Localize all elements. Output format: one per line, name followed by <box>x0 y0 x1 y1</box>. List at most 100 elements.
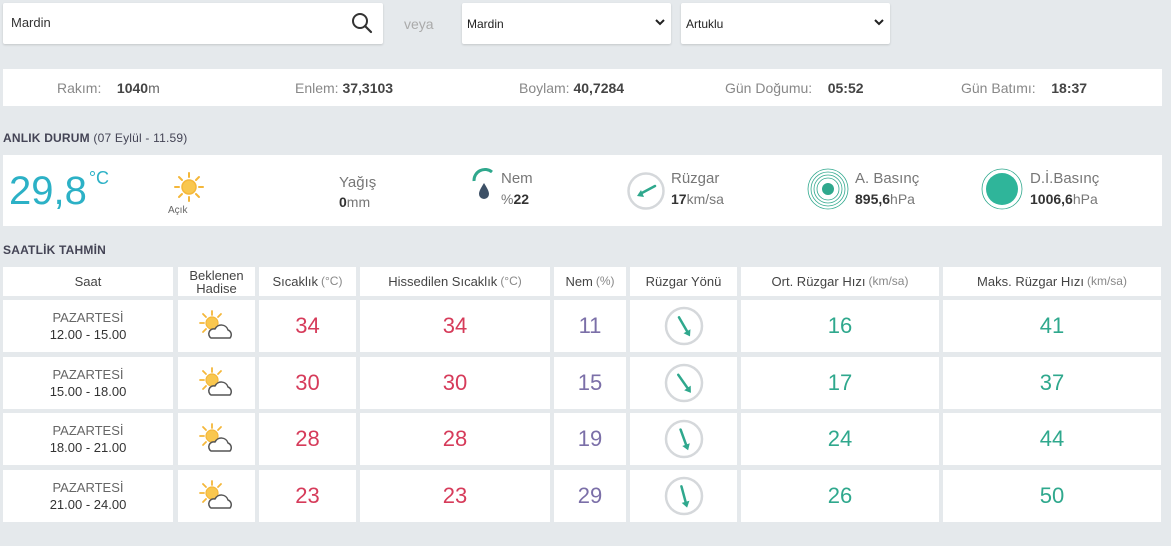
forecast-title: SAATLİK TAHMİN <box>3 243 107 257</box>
row-max-wind: 50 <box>943 470 1161 522</box>
header-wind-dir-label: Rüzgar Yönü <box>645 274 722 289</box>
current-date: (07 Eylül - 11.59) <box>93 131 188 145</box>
row-event <box>178 413 255 465</box>
wind-unit: km/sa <box>686 191 724 207</box>
row-temp: 30 <box>259 357 356 409</box>
province-select-value: Mardin <box>467 17 504 31</box>
row-wind-dir <box>630 470 737 522</box>
latitude-label: Enlem: <box>295 80 339 96</box>
search-input[interactable] <box>11 15 331 30</box>
row-temp: 34 <box>259 300 356 352</box>
header-event: Beklenen Hadise <box>178 267 255 296</box>
row-temp: 23 <box>259 470 356 522</box>
row-wind-dir <box>630 413 737 465</box>
wind-direction-icon <box>664 419 703 459</box>
row-avg-wind: 16 <box>741 300 939 352</box>
sea-pressure-value: 1006,6hPa <box>1030 191 1098 207</box>
header-humidity: Nem (%) <box>554 267 626 296</box>
sunset-value: 18:37 <box>1051 80 1088 96</box>
wind-direction-icon <box>664 363 703 403</box>
row-wind-dir <box>630 300 737 352</box>
row-feels: 34 <box>360 300 550 352</box>
latitude-value: 37,3103 <box>342 80 394 96</box>
district-select-value: Artuklu <box>686 17 724 31</box>
header-feels-unit: (°C) <box>500 274 522 288</box>
header-avg-wind-label: Ort. Rüzgar Hızı <box>771 274 866 289</box>
sun-icon <box>174 172 204 202</box>
humidity-value: %22 <box>501 191 529 207</box>
district-select[interactable]: Artuklu <box>681 3 890 44</box>
chevron-down-icon <box>874 19 884 26</box>
header-humidity-unit: (%) <box>595 274 615 288</box>
row-event <box>178 300 255 352</box>
sunrise-label: Gün Doğumu: <box>725 80 813 96</box>
precip-label: Yağış <box>339 174 377 191</box>
altitude: Rakım: 1040m <box>57 80 160 96</box>
search-icon[interactable] <box>351 12 373 34</box>
header-temp: Sıcaklık (°C) <box>259 267 356 296</box>
row-time-range: 21.00 - 24.00 <box>49 497 127 512</box>
wind-direction-icon <box>627 172 665 210</box>
header-humidity-label: Nem <box>565 274 593 289</box>
humidity-icon <box>472 167 493 199</box>
pressure-amount: 895,6 <box>855 191 891 207</box>
header-temp-label: Sıcaklık <box>272 274 319 289</box>
partly-cloudy-icon <box>198 367 232 396</box>
humidity-label: Nem <box>501 170 533 187</box>
sunrise: Gün Doğumu: 05:52 <box>725 80 864 96</box>
or-label: veya <box>404 16 434 32</box>
row-feels: 30 <box>360 357 550 409</box>
sea-pressure-icon <box>981 168 1023 210</box>
row-time: PAZARTESİ 15.00 - 18.00 <box>3 357 173 409</box>
header-feels: Hissedilen Sıcaklık (°C) <box>360 267 550 296</box>
sunset: Gün Batımı: 18:37 <box>961 80 1087 96</box>
pressure-icon <box>807 168 849 210</box>
row-humidity: 29 <box>554 470 626 522</box>
wind-direction-icon <box>664 476 703 516</box>
header-max-wind-unit: (km/sa) <box>1086 274 1127 288</box>
row-day: PAZARTESİ <box>52 310 124 325</box>
longitude-value: 40,7284 <box>573 80 625 96</box>
header-event-line2: Hadise <box>196 280 237 296</box>
partly-cloudy-icon <box>198 423 232 452</box>
partly-cloudy-icon <box>198 480 232 509</box>
header-feels-label: Hissedilen Sıcaklık <box>388 274 498 289</box>
header-max-wind-label: Maks. Rüzgar Hızı <box>977 274 1084 289</box>
row-max-wind: 37 <box>943 357 1161 409</box>
temperature-value: 29,8 <box>9 169 87 213</box>
precip-value: 0mm <box>339 194 370 210</box>
row-time: PAZARTESİ 18.00 - 21.00 <box>3 413 173 465</box>
altitude-label: Rakım: <box>57 80 102 96</box>
row-time: PAZARTESİ 12.00 - 15.00 <box>3 300 173 352</box>
row-day: PAZARTESİ <box>52 480 124 495</box>
row-feels: 28 <box>360 413 550 465</box>
row-humidity: 11 <box>554 300 626 352</box>
row-event <box>178 470 255 522</box>
wind-value: 17km/sa <box>671 191 724 207</box>
current-temperature: 29,8 °C <box>9 168 109 214</box>
row-time-range: 15.00 - 18.00 <box>49 384 127 399</box>
chevron-down-icon <box>655 19 665 26</box>
row-event <box>178 357 255 409</box>
header-avg-wind: Ort. Rüzgar Hızı (km/sa) <box>741 267 939 296</box>
header-wind-dir: Rüzgar Yönü <box>630 267 737 296</box>
humidity-amount: 22 <box>513 191 530 207</box>
row-avg-wind: 17 <box>741 357 939 409</box>
row-time-range: 18.00 - 21.00 <box>49 440 127 455</box>
precip-amount: 0 <box>339 194 347 210</box>
latitude: Enlem: 37,3103 <box>295 80 393 96</box>
row-humidity: 19 <box>554 413 626 465</box>
humidity-prefix: % <box>501 191 514 207</box>
province-select[interactable]: Mardin <box>462 3 671 44</box>
wind-amount: 17 <box>671 191 687 207</box>
partly-cloudy-icon <box>198 310 232 339</box>
row-time: PAZARTESİ 21.00 - 24.00 <box>3 470 173 522</box>
row-day: PAZARTESİ <box>52 367 124 382</box>
search-box[interactable] <box>3 3 383 44</box>
condition-label: Açık <box>168 205 188 216</box>
longitude-label: Boylam: <box>519 80 570 96</box>
header-time-label: Saat <box>74 274 102 289</box>
row-avg-wind: 24 <box>741 413 939 465</box>
header-max-wind: Maks. Rüzgar Hızı (km/sa) <box>943 267 1161 296</box>
row-wind-dir <box>630 357 737 409</box>
